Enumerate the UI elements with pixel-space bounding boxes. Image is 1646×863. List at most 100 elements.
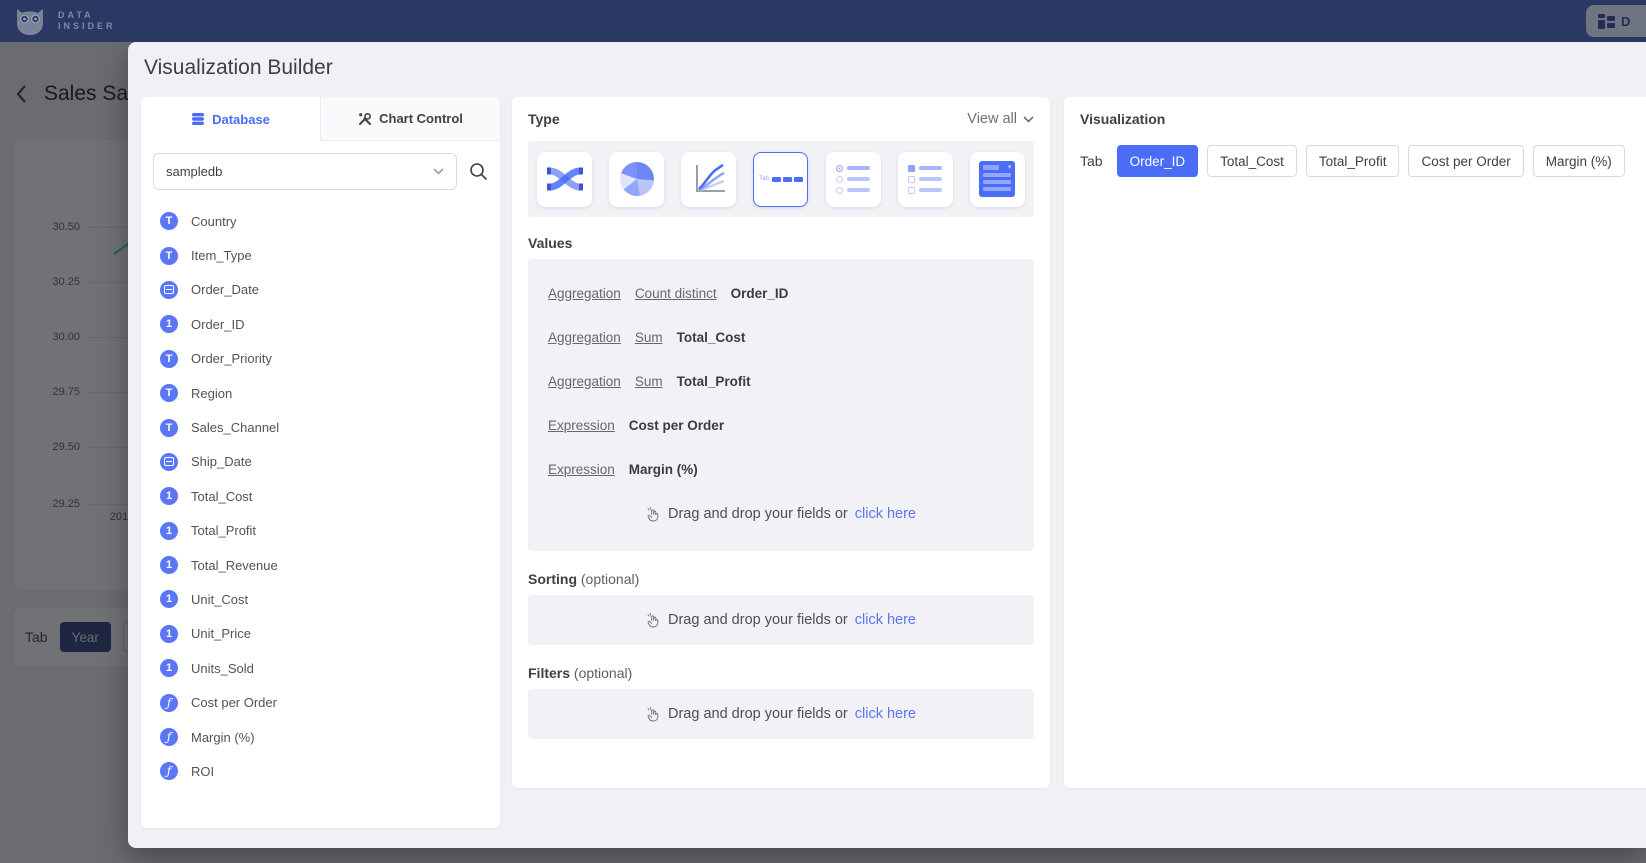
expression-selector[interactable]: Expression [548,462,615,477]
chevron-down-icon [433,168,444,175]
tab-database-label: Database [212,112,270,127]
chart-type-dropdown[interactable]: ▾ [970,152,1025,207]
viz-tab-total-cost[interactable]: Total_Cost [1207,145,1297,177]
field-label: Region [191,386,232,401]
dropzone-text: Drag and drop your fields or [668,506,848,522]
type-section-title: Type [528,111,560,127]
text-field-icon [160,212,178,230]
field-item[interactable]: Margin (%) [141,720,500,754]
tab-chart-icon: Tab [759,176,803,182]
database-select[interactable]: sampledb [153,153,457,190]
number-field-icon [160,556,178,574]
chart-type-pie[interactable] [609,152,664,207]
chart-type-line[interactable] [681,152,736,207]
search-icon[interactable] [469,162,488,181]
modal-title: Visualization Builder [144,56,333,80]
filters-section-title: Filters (optional) [528,665,632,681]
viz-tab-order-id[interactable]: Order_ID [1117,145,1199,177]
field-item[interactable]: Order_ID [141,307,500,341]
owl-logo-icon [12,5,48,37]
viz-tab-cost-per-order[interactable]: Cost per Order [1408,145,1523,177]
value-row: Expression Cost per Order [528,403,1034,447]
dropzone-click-here-link[interactable]: click here [855,706,916,722]
field-label: Order_ID [191,317,244,332]
aggregation-function[interactable]: Sum [635,330,663,345]
dropzone-click-here-link[interactable]: click here [855,612,916,628]
value-field[interactable]: Order_ID [731,286,789,301]
field-item[interactable]: Order_Priority [141,342,500,376]
tab-chart-control[interactable]: Chart Control [320,97,500,141]
field-list: Country Item_Type Order_Date Order_ID Or… [141,204,500,789]
value-field[interactable]: Total_Profit [677,374,751,389]
aggregation-selector[interactable]: Aggregation [548,330,621,345]
values-section-title: Values [528,235,572,251]
chart-type-radio-list[interactable] [826,152,881,207]
values-dropzone[interactable]: Drag and drop your fields or click here [528,491,1034,537]
drag-hand-icon [646,506,661,522]
field-item[interactable]: Total_Revenue [141,548,500,582]
field-label: Unit_Price [191,626,251,641]
number-field-icon [160,315,178,333]
expression-selector[interactable]: Expression [548,418,615,433]
chart-type-checkbox-list[interactable] [898,152,953,207]
value-row: Expression Margin (%) [528,447,1034,491]
field-item[interactable]: Total_Cost [141,479,500,513]
field-item[interactable]: Total_Profit [141,514,500,548]
sorting-dropzone[interactable]: Drag and drop your fields or click here [528,595,1034,645]
value-field[interactable]: Total_Cost [677,330,746,345]
values-box: Aggregation Count distinct Order_ID Aggr… [528,259,1034,551]
field-item[interactable]: Country [141,204,500,238]
visualization-builder-modal: Visualization Builder Database [128,42,1646,848]
field-item[interactable]: Unit_Cost [141,582,500,616]
visualization-panel: Visualization Tab Order_ID Total_Cost To… [1064,97,1646,788]
sankey-icon [547,164,583,194]
field-item[interactable]: ROI [141,754,500,788]
dashboards-button-label: D [1621,14,1630,29]
tab-chart-control-label: Chart Control [379,111,463,126]
number-field-icon [160,625,178,643]
field-label: Cost per Order [191,695,277,710]
value-row: Aggregation Sum Total_Profit [528,359,1034,403]
field-label: Order_Date [191,282,259,297]
chart-type-strip: Tab [528,141,1034,217]
field-label: Country [191,214,237,229]
dropzone-text: Drag and drop your fields or [668,706,848,722]
field-item[interactable]: Unit_Price [141,617,500,651]
filters-dropzone[interactable]: Drag and drop your fields or click here [528,689,1034,739]
value-field[interactable]: Margin (%) [629,462,698,477]
chart-type-tab[interactable]: Tab [753,152,808,207]
field-label: Unit_Cost [191,592,248,607]
field-item[interactable]: Order_Date [141,273,500,307]
radio-list-icon [836,165,870,194]
field-item[interactable]: Sales_Channel [141,410,500,444]
field-label: Units_Sold [191,661,254,676]
field-item[interactable]: Region [141,376,500,410]
field-item[interactable]: Item_Type [141,238,500,272]
chart-type-sankey[interactable] [537,152,592,207]
aggregation-function[interactable]: Count distinct [635,286,717,301]
value-field[interactable]: Cost per Order [629,418,724,433]
tab-database[interactable]: Database [141,97,320,141]
field-item[interactable]: Units_Sold [141,651,500,685]
viz-tab-margin[interactable]: Margin (%) [1533,145,1625,177]
brand-text: DATA INSIDER [58,10,116,32]
app-window: Sales Sa 30.50 30.25 30.00 29.75 29.50 2… [0,0,1646,863]
field-item[interactable]: Ship_Date [141,445,500,479]
viz-tab-total-profit[interactable]: Total_Profit [1306,145,1400,177]
dropzone-click-here-link[interactable]: click here [855,506,916,522]
checkbox-list-icon [908,165,942,194]
aggregation-function[interactable]: Sum [635,374,663,389]
field-label: Margin (%) [191,730,255,745]
aggregation-selector[interactable]: Aggregation [548,374,621,389]
dropzone-text: Drag and drop your fields or [668,612,848,628]
viz-tab-label: Tab [1080,153,1103,169]
dashboards-button[interactable]: D [1586,5,1646,37]
field-label: Ship_Date [191,454,252,469]
number-field-icon [160,522,178,540]
field-label: ROI [191,764,214,779]
text-field-icon [160,384,178,402]
dropdown-chart-icon: ▾ [979,161,1015,197]
field-item[interactable]: Cost per Order [141,685,500,719]
aggregation-selector[interactable]: Aggregation [548,286,621,301]
view-all-button[interactable]: View all [967,111,1034,127]
